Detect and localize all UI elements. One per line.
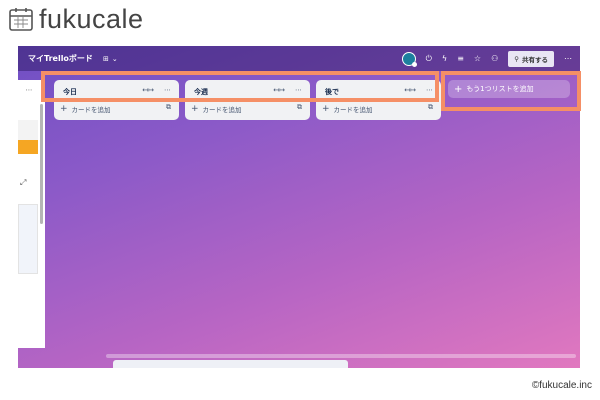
- calendar-logo-icon: [9, 8, 33, 31]
- highlight-box-lists: [41, 71, 439, 102]
- panel-more-icon[interactable]: ⋯: [18, 80, 40, 100]
- add-card-label: カードを追加: [333, 106, 373, 114]
- star-icon[interactable]: ☆: [474, 54, 481, 63]
- add-card-button[interactable]: + カードを追加: [322, 104, 373, 115]
- create-from-template-icon[interactable]: ⧉: [428, 103, 433, 112]
- members-icon[interactable]: ⚇: [491, 54, 498, 63]
- board-title[interactable]: マイTrelloボード: [28, 53, 93, 64]
- plus-icon: +: [191, 104, 199, 114]
- board-header: マイTrelloボード ⊞ ⌄ ⏻ ϟ ≡ ☆ ⚇ ⚲ 共有する ⋯: [18, 46, 580, 71]
- panel-orange-block: [18, 140, 38, 154]
- expand-icon[interactable]: ⤢: [20, 178, 26, 188]
- panel-content-preview: [18, 204, 38, 274]
- more-icon[interactable]: ⋯: [564, 54, 572, 63]
- create-from-template-icon[interactable]: ⧉: [297, 103, 302, 112]
- share-button[interactable]: ⚲ 共有する: [508, 50, 554, 67]
- create-from-template-icon[interactable]: ⧉: [166, 103, 171, 112]
- add-card-label: カードを追加: [71, 106, 111, 114]
- view-icon[interactable]: ⊞: [103, 55, 109, 63]
- brand-name: fukucale: [39, 4, 144, 34]
- plus-icon: +: [322, 104, 330, 114]
- highlight-box-add-list: [441, 71, 581, 111]
- add-card-label: カードを追加: [202, 106, 242, 114]
- panel-scrollbar[interactable]: [40, 104, 43, 224]
- add-card-button[interactable]: + カードを追加: [60, 104, 111, 115]
- panel-card-preview: [18, 120, 38, 140]
- share-button-label: 共有する: [522, 55, 548, 64]
- left-side-panel: ⋯ ⤢ ⧉: [18, 80, 45, 348]
- header-actions: ⏻ ϟ ≡ ☆ ⚇ ⚲ 共有する ⋯: [401, 46, 572, 71]
- horizontal-scrollbar[interactable]: [106, 354, 576, 358]
- copyright-text: ©fukucale.inc: [531, 380, 592, 391]
- automation-icon[interactable]: ϟ: [442, 54, 447, 63]
- filter-icon[interactable]: ≡: [457, 54, 464, 63]
- add-user-icon: ⚲: [514, 54, 519, 63]
- chevron-down-icon[interactable]: ⌄: [112, 55, 118, 63]
- bottom-switcher-bar[interactable]: [113, 360, 348, 368]
- power-up-icon[interactable]: ⏻: [426, 54, 432, 63]
- plus-icon: +: [60, 104, 68, 114]
- brand-logo: fukucale: [8, 4, 144, 34]
- add-card-button[interactable]: + カードを追加: [191, 104, 242, 115]
- avatar[interactable]: [401, 51, 417, 67]
